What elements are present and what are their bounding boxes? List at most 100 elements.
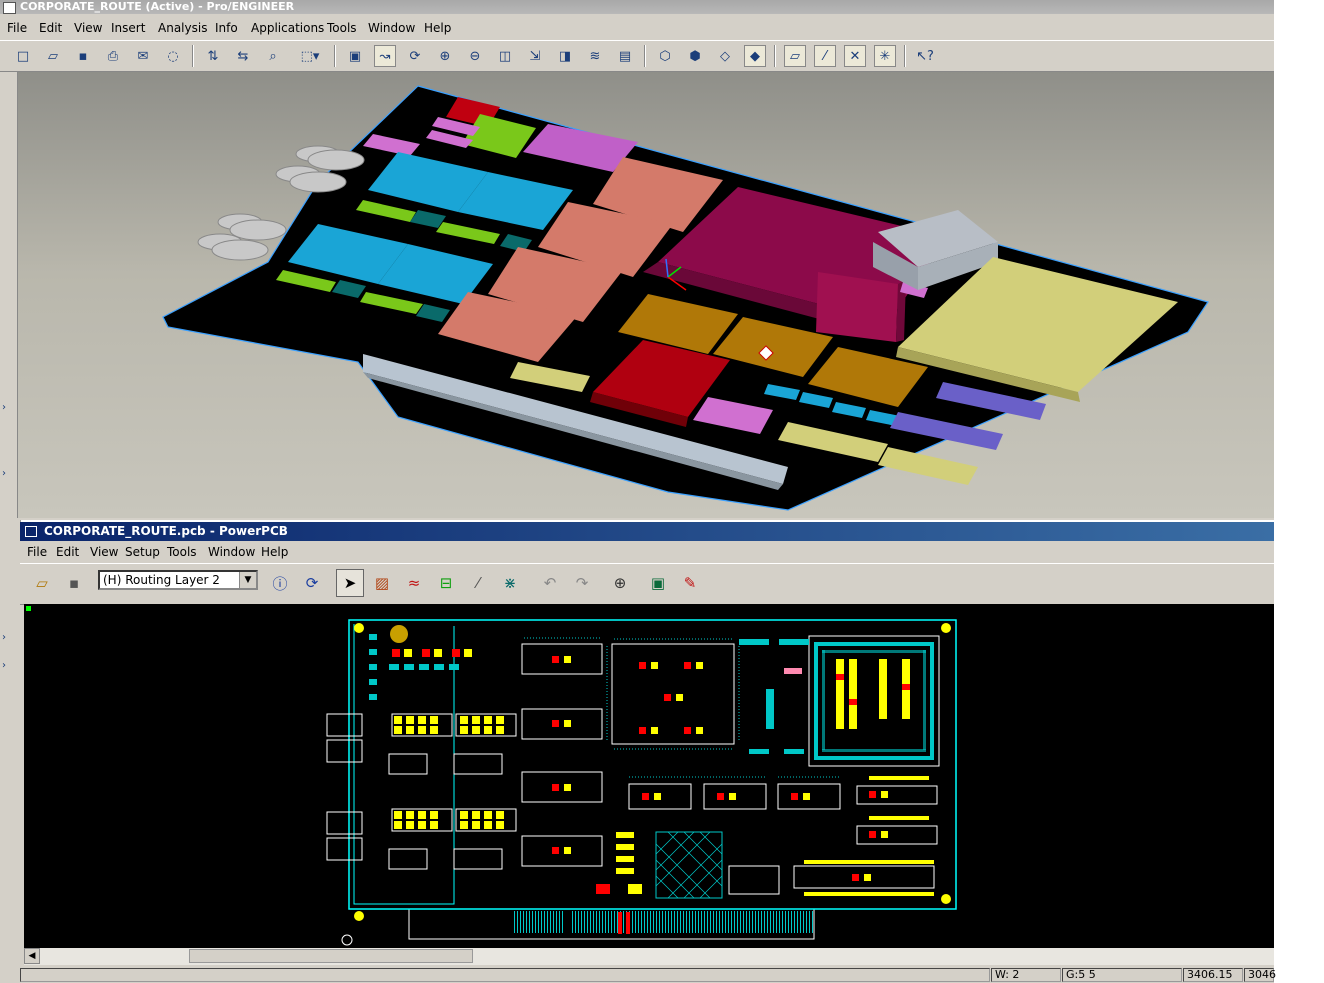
refit-icon[interactable]: ◫ bbox=[494, 45, 516, 67]
proe-menu-insert[interactable]: Insert bbox=[111, 21, 145, 35]
zoom-out-icon[interactable]: ⊖ bbox=[464, 45, 486, 67]
save-icon[interactable]: ▪ bbox=[72, 45, 94, 67]
save-icon[interactable]: ▪ bbox=[60, 569, 88, 597]
toolbar-separator bbox=[904, 45, 906, 67]
saved-views-icon[interactable]: ◨ bbox=[554, 45, 576, 67]
sash-arrow-icon[interactable]: › bbox=[2, 632, 6, 643]
sash-arrow-icon[interactable]: › bbox=[2, 660, 6, 671]
powerpcb-toolbar: ▱ ▪ (H) Routing Layer 2 ▼ ⓘ ⟳ ➤ ▨ ≈ ⊟ ⁄ … bbox=[20, 563, 1274, 605]
verify-icon[interactable]: ▣ bbox=[644, 569, 672, 597]
powerpcb-app-icon bbox=[25, 526, 37, 537]
proe-menu-file[interactable]: File bbox=[7, 21, 27, 35]
pcb-menu-view[interactable]: View bbox=[90, 545, 118, 559]
open-icon[interactable]: ▱ bbox=[28, 569, 56, 597]
pcb-layout-canvas[interactable] bbox=[24, 604, 1274, 948]
coordinate-systems-icon[interactable]: ✳ bbox=[874, 45, 896, 67]
layer-dropdown[interactable]: (H) Routing Layer 2 ▼ bbox=[98, 570, 258, 590]
mounting-hole bbox=[941, 894, 951, 904]
pcb-menu-edit[interactable]: Edit bbox=[56, 545, 79, 559]
pcb-3d-model[interactable] bbox=[18, 72, 1274, 518]
shading-icon[interactable]: ◆ bbox=[744, 45, 766, 67]
regen-icon[interactable]: ⇅ bbox=[202, 45, 224, 67]
model-tree-icon[interactable]: ▤ bbox=[614, 45, 636, 67]
routing-icon[interactable]: ≈ bbox=[400, 569, 428, 597]
proe-menu-edit[interactable]: Edit bbox=[39, 21, 62, 35]
open-icon[interactable]: ▱ bbox=[42, 45, 64, 67]
sash-arrow-icon[interactable]: › bbox=[2, 402, 6, 413]
pcb-horizontal-scrollbar[interactable]: ◀ bbox=[24, 948, 1274, 965]
send-icon[interactable]: ✉ bbox=[132, 45, 154, 67]
pcb-status-bar: W: 2 G:5 5 3406.15 3046 bbox=[20, 967, 1276, 983]
qfp-pins bbox=[514, 637, 840, 933]
select-icon[interactable]: ➤ bbox=[336, 569, 364, 597]
cam-icon[interactable]: ✎ bbox=[676, 569, 704, 597]
orient-icon[interactable]: ⟳ bbox=[404, 45, 426, 67]
proe-menu-view[interactable]: View bbox=[74, 21, 102, 35]
erase-icon[interactable]: ◌ bbox=[162, 45, 184, 67]
zoom-icon[interactable]: ⊕ bbox=[606, 569, 634, 597]
desktop-right-area bbox=[1274, 0, 1324, 983]
proe-left-sash[interactable]: › › bbox=[0, 72, 18, 518]
mounting-hole bbox=[354, 911, 364, 921]
layer-dropdown-value: (H) Routing Layer 2 bbox=[103, 573, 220, 587]
scrollbar-thumb[interactable] bbox=[189, 949, 473, 963]
find-icon[interactable]: ⌕ bbox=[262, 45, 284, 67]
sash-arrow-icon[interactable]: › bbox=[2, 468, 6, 479]
spin-icon[interactable]: ↝ bbox=[374, 45, 396, 67]
no-hidden-icon[interactable]: ◇ bbox=[714, 45, 736, 67]
proe-menu-info[interactable]: Info bbox=[215, 21, 238, 35]
yellow-chip bbox=[878, 447, 978, 485]
bga-red-pads bbox=[836, 674, 910, 705]
proe-menu-applications[interactable]: Applications bbox=[251, 21, 324, 35]
proe-menu-window[interactable]: Window bbox=[368, 21, 415, 35]
proe-title-bar: CORPORATE_ROUTE (Active) - Pro/ENGINEER bbox=[0, 0, 1274, 14]
datum-points-icon[interactable]: ✕ bbox=[844, 45, 866, 67]
crystal bbox=[390, 625, 408, 643]
crosshatch-region bbox=[655, 831, 723, 899]
zoom-in-icon[interactable]: ⊕ bbox=[434, 45, 456, 67]
cycle-icon[interactable]: ⟳ bbox=[298, 569, 326, 597]
pcb-menu-window[interactable]: Window bbox=[208, 545, 255, 559]
datum-axes-icon[interactable]: ⁄ bbox=[814, 45, 836, 67]
origin-marker bbox=[26, 606, 31, 611]
pcb-menu-help[interactable]: Help bbox=[261, 545, 288, 559]
hidden-line-icon[interactable]: ⬢ bbox=[684, 45, 706, 67]
print-icon[interactable]: ⎙ bbox=[102, 45, 124, 67]
bga-balls bbox=[814, 642, 934, 760]
ecc-icon[interactable]: ⁄ bbox=[464, 569, 492, 597]
view-manager-icon[interactable]: ⇲ bbox=[524, 45, 546, 67]
status-message bbox=[20, 968, 990, 982]
select-box-icon[interactable]: ⬚▾ bbox=[292, 45, 328, 67]
repaint-icon[interactable]: ▣ bbox=[344, 45, 366, 67]
new-icon[interactable]: □ bbox=[12, 45, 34, 67]
drafting-icon[interactable]: ▨ bbox=[368, 569, 396, 597]
whats-this-icon[interactable]: ↖? bbox=[914, 45, 936, 67]
proe-menu-analysis[interactable]: Analysis bbox=[158, 21, 207, 35]
bga-icon[interactable]: ⋇ bbox=[496, 569, 524, 597]
cyan-pad-cluster bbox=[369, 634, 459, 700]
proe-menu-help[interactable]: Help bbox=[424, 21, 451, 35]
info-icon[interactable]: ⓘ bbox=[266, 569, 294, 597]
layers-icon[interactable]: ≋ bbox=[584, 45, 606, 67]
pcb-menu-setup[interactable]: Setup bbox=[125, 545, 160, 559]
toolbar-separator bbox=[192, 45, 194, 67]
proe-3d-viewport[interactable] bbox=[18, 72, 1274, 518]
scroll-left-icon[interactable]: ◀ bbox=[24, 948, 40, 964]
datum-planes-icon[interactable]: ⏥ bbox=[784, 45, 806, 67]
status-y-coord: 3046 bbox=[1244, 968, 1276, 982]
dimension-icon[interactable]: ⊟ bbox=[432, 569, 460, 597]
pcb-menu-tools[interactable]: Tools bbox=[167, 545, 197, 559]
pcb-2d-layout[interactable] bbox=[24, 604, 1274, 948]
desktop-left-strip: › › bbox=[0, 520, 21, 983]
mounting-hole bbox=[941, 623, 951, 633]
pink-pad bbox=[784, 668, 802, 674]
pcb-menu-file[interactable]: File bbox=[27, 545, 47, 559]
chevron-down-icon[interactable]: ▼ bbox=[239, 572, 256, 588]
undo-icon[interactable]: ↶ bbox=[536, 569, 564, 597]
wireframe-icon[interactable]: ⬡ bbox=[654, 45, 676, 67]
datum-icon[interactable]: ⇆ bbox=[232, 45, 254, 67]
proe-toolbar: □ ▱ ▪ ⎙ ✉ ◌ ⇅ ⇆ ⌕ ⬚▾ ▣ ↝ ⟳ ⊕ ⊖ ◫ ⇲ ◨ ≋ ▤… bbox=[0, 40, 1274, 72]
redo-icon[interactable]: ↷ bbox=[568, 569, 596, 597]
crosshatch-lines bbox=[655, 831, 723, 899]
proe-menu-tools[interactable]: Tools bbox=[327, 21, 357, 35]
